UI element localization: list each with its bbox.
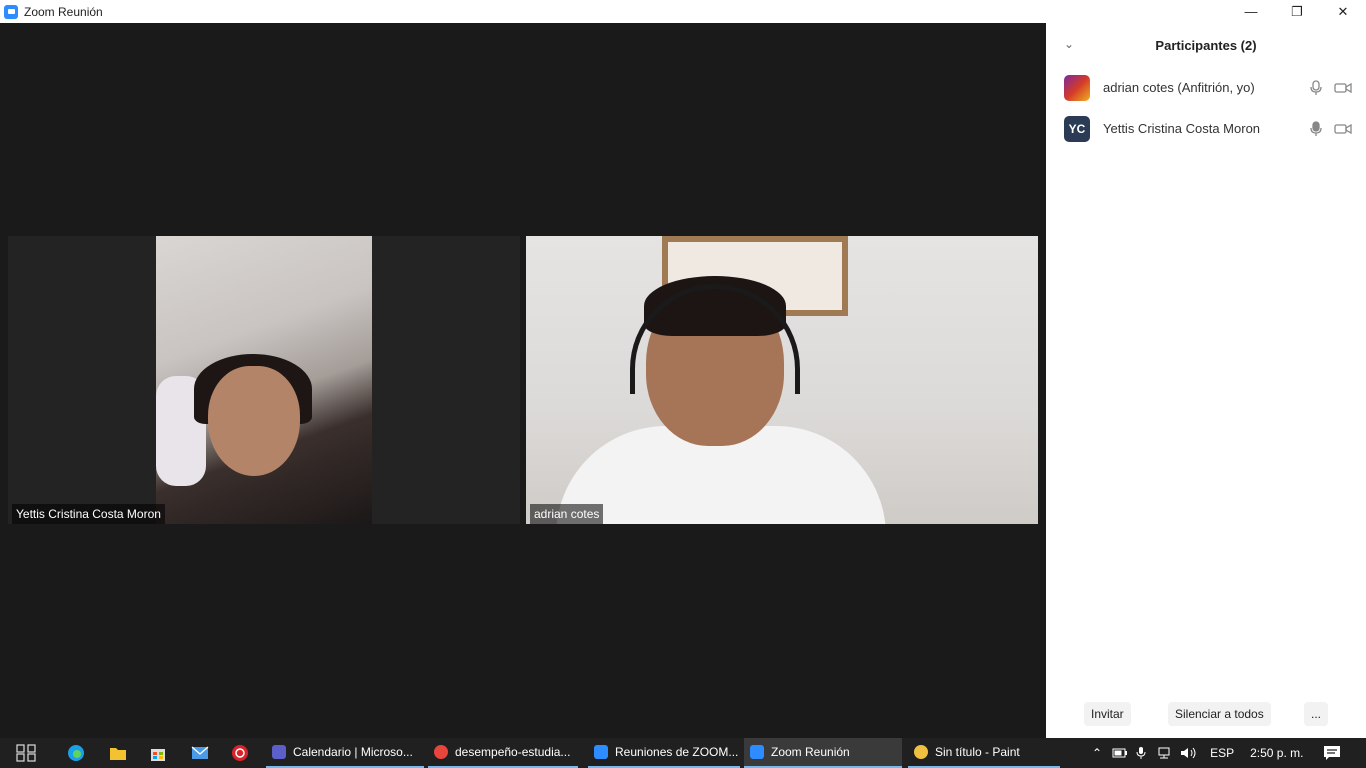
video-name-label: adrian cotes bbox=[530, 504, 604, 524]
video-name-label: Yettis Cristina Costa Moron bbox=[12, 504, 165, 524]
panel-header: ⌄ Participantes (2) bbox=[1046, 23, 1366, 67]
mute-all-button[interactable]: Silenciar a todos bbox=[1168, 702, 1271, 726]
chrome-icon bbox=[434, 745, 448, 759]
video-camera-icon[interactable] bbox=[1334, 123, 1352, 135]
panel-title: Participantes (2) bbox=[1155, 37, 1257, 53]
participant-row[interactable]: YC Yettis Cristina Costa Moron bbox=[1046, 108, 1366, 149]
participant-row[interactable]: adrian cotes (Anfitrión, yo) bbox=[1046, 67, 1366, 108]
teams-icon bbox=[272, 745, 286, 759]
participant-name: adrian cotes (Anfitrión, yo) bbox=[1103, 80, 1255, 95]
window-title: Zoom Reunión bbox=[24, 4, 103, 19]
taskbar-app-paint[interactable]: Sin título - Paint bbox=[908, 738, 1060, 768]
battery-icon[interactable] bbox=[1112, 747, 1128, 759]
taskbar-app-zoom-reunion[interactable]: Zoom Reunión bbox=[744, 738, 902, 768]
video-tile-yettis[interactable]: Yettis Cristina Costa Moron bbox=[8, 236, 520, 524]
paint-icon bbox=[914, 745, 928, 759]
more-options-button[interactable]: ... bbox=[1304, 702, 1329, 726]
chevron-up-icon[interactable]: ⌃ bbox=[1092, 746, 1102, 760]
mail-icon[interactable] bbox=[190, 743, 210, 763]
chevron-down-icon[interactable]: ⌄ bbox=[1064, 37, 1074, 51]
file-explorer-icon[interactable] bbox=[108, 743, 128, 763]
task-view-icon[interactable] bbox=[16, 743, 36, 763]
title-bar: Zoom Reunión — ❐ ✕ bbox=[0, 0, 1366, 23]
minimize-button[interactable]: — bbox=[1228, 0, 1274, 23]
taskbar-app-chrome[interactable]: desempeño-estudia... bbox=[428, 738, 578, 768]
participant-video-yettis bbox=[156, 236, 372, 524]
zoom-app-icon bbox=[4, 4, 18, 19]
microphone-icon[interactable] bbox=[1136, 746, 1146, 760]
network-icon[interactable] bbox=[1156, 746, 1172, 760]
avatar: YC bbox=[1064, 115, 1090, 142]
taskbar-app-calendar[interactable]: Calendario | Microso... bbox=[266, 738, 424, 768]
invite-button[interactable]: Invitar bbox=[1084, 702, 1131, 726]
microphone-icon[interactable] bbox=[1310, 79, 1322, 96]
language-indicator[interactable]: ESP bbox=[1210, 746, 1234, 760]
participant-name: Yettis Cristina Costa Moron bbox=[1103, 121, 1261, 136]
taskbar-app-zoom-meetings[interactable]: Reuniones de ZOOM... bbox=[588, 738, 740, 768]
system-tray: ⌃ ESP 2:50 p. m. bbox=[1092, 738, 1341, 768]
video-tile-adrian[interactable]: adrian cotes bbox=[526, 236, 1038, 524]
app-red-circle-icon[interactable] bbox=[230, 743, 250, 763]
zoom-icon bbox=[750, 745, 764, 759]
taskbar: Calendario | Microso... desempeño-estudi… bbox=[0, 738, 1366, 768]
clock[interactable]: 2:50 p. m. bbox=[1250, 746, 1303, 760]
window-controls: — ❐ ✕ bbox=[1228, 0, 1366, 23]
volume-icon[interactable] bbox=[1180, 746, 1198, 760]
store-icon[interactable] bbox=[148, 743, 168, 763]
restore-button[interactable]: ❐ bbox=[1274, 0, 1320, 23]
edge-browser-icon[interactable] bbox=[66, 743, 86, 763]
close-button[interactable]: ✕ bbox=[1320, 0, 1366, 23]
microphone-icon[interactable] bbox=[1310, 120, 1322, 137]
meeting-stage: Yettis Cristina Costa Moron adrian cotes bbox=[0, 23, 1046, 738]
video-camera-icon[interactable] bbox=[1334, 82, 1352, 94]
notifications-icon[interactable] bbox=[1323, 745, 1341, 761]
zoom-icon bbox=[594, 745, 608, 759]
avatar bbox=[1064, 74, 1090, 101]
participants-panel: ⌄ Participantes (2) adrian cotes (Anfitr… bbox=[1046, 23, 1366, 738]
participant-video-adrian bbox=[526, 236, 1038, 524]
